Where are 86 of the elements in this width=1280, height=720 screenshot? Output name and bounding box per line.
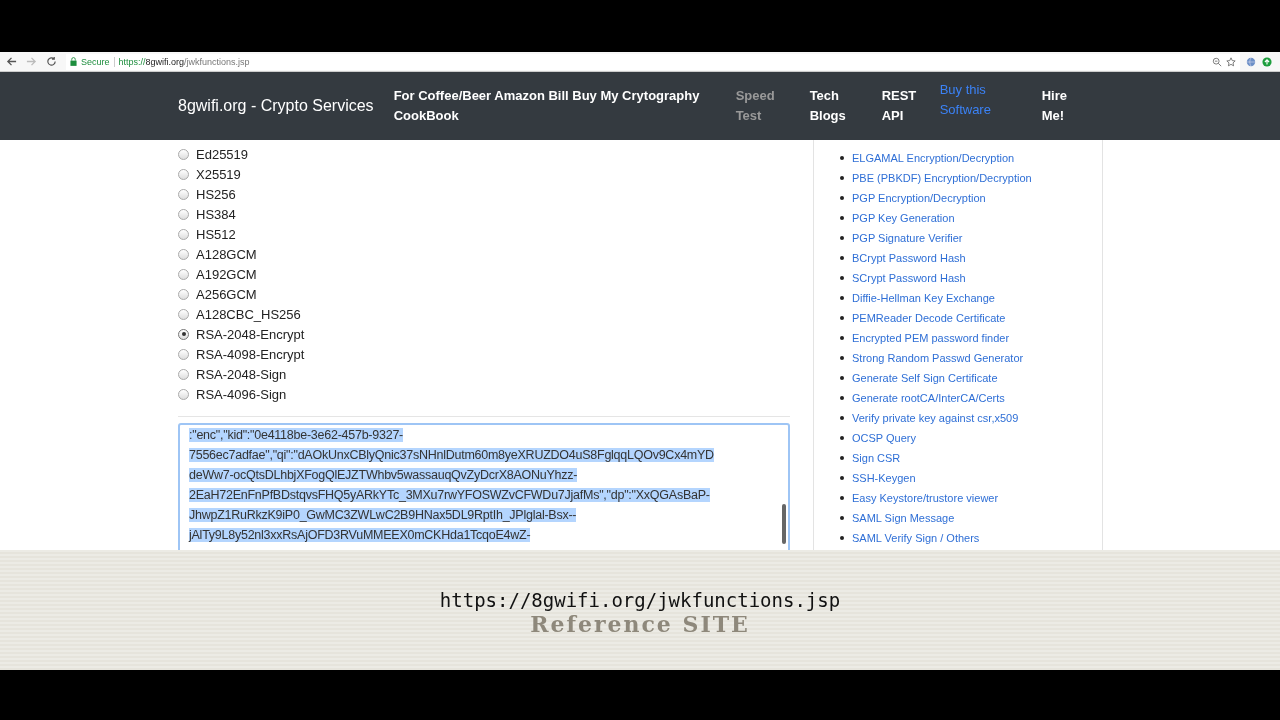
bullet-icon [840, 536, 844, 540]
site-title[interactable]: 8gwifi.org - Crypto Services [178, 97, 374, 115]
radio-button[interactable] [178, 288, 189, 300]
caption-subtitle: Reference SITE [530, 611, 750, 637]
radio-button[interactable] [178, 268, 189, 280]
algorithm-label: RSA-4096-Sign [196, 386, 287, 402]
globe-icon[interactable] [1246, 56, 1256, 67]
bullet-icon [840, 156, 844, 160]
sidebar-link[interactable]: Easy Keystore/trustore viewer [852, 492, 999, 504]
sidebar-link[interactable]: ELGAMAL Encryption/Decryption [852, 152, 1015, 164]
nav-link[interactable]: Tech Blogs [809, 86, 854, 126]
bullet-icon [840, 396, 844, 400]
algorithm-label: A192GCM [196, 266, 257, 282]
sidebar-link[interactable]: Sign CSR [852, 452, 901, 464]
algorithm-label: RSA-2048-Sign [196, 366, 287, 382]
address-bar[interactable]: Secure https://8gwifi.org/jwkfunctions.jsp [66, 53, 1240, 70]
radio-button[interactable] [178, 228, 189, 240]
bullet-icon [840, 236, 844, 240]
sidebar-link[interactable]: Diffie-Hellman Key Exchange [852, 292, 995, 304]
sidebar-link[interactable]: PEMReader Decode Certificate [852, 312, 1006, 324]
sidebar-link[interactable]: Generate Self Sign Certificate [852, 372, 998, 384]
radio-button[interactable] [178, 248, 189, 260]
bullet-icon [840, 256, 844, 260]
sidebar-link[interactable]: PBE (PBKDF) Encryption/Decryption [852, 172, 1032, 184]
radio-button[interactable] [178, 388, 189, 400]
sidebar-link[interactable]: Verify private key against csr,x509 [852, 412, 1019, 424]
radio-button[interactable] [178, 308, 189, 320]
reload-icon[interactable] [46, 56, 57, 67]
algorithm-label: RSA-4098-Encrypt [196, 346, 305, 362]
sidebar-link[interactable]: SCrypt Password Hash [852, 272, 966, 284]
radio-button[interactable] [178, 168, 189, 180]
sidebar-link[interactable]: PGP Signature Verifier [852, 232, 963, 244]
scrollbar-thumb[interactable] [782, 504, 786, 544]
algorithm-label: A128GCM [196, 246, 257, 262]
sidebar-link[interactable]: Generate rootCA/InterCA/Certs [852, 392, 1005, 404]
bullet-icon [840, 216, 844, 220]
bullet-icon [840, 436, 844, 440]
bullet-icon [840, 196, 844, 200]
bullet-icon [840, 336, 844, 340]
sidebar-link[interactable]: SAML Sign Message [852, 512, 955, 524]
radio-button[interactable] [178, 348, 189, 360]
sidebar-link[interactable]: SAML Verify Sign / Others [852, 532, 980, 544]
algorithm-label: RSA-2048-Encrypt [196, 326, 305, 342]
algorithm-label: Ed25519 [196, 146, 249, 162]
forward-icon[interactable] [26, 56, 37, 67]
radio-button[interactable] [178, 328, 189, 340]
star-icon[interactable] [1226, 56, 1236, 67]
algorithm-label: A256GCM [196, 286, 257, 302]
bullet-icon [840, 276, 844, 280]
bullet-icon [840, 476, 844, 480]
bullet-icon [840, 496, 844, 500]
nav-link[interactable]: Buy this Software [939, 80, 1020, 120]
nav-link[interactable]: For Coffee/Beer Amazon Bill Buy My Crytography CookBook [393, 86, 704, 126]
zoom-icon[interactable] [1212, 56, 1222, 67]
bullet-icon [840, 516, 844, 520]
upload-icon[interactable] [1262, 56, 1272, 67]
sidebar-link[interactable]: PGP Key Generation [852, 212, 955, 224]
bullet-icon [840, 176, 844, 180]
bullet-icon [840, 416, 844, 420]
radio-button[interactable] [178, 148, 189, 160]
bullet-icon [840, 356, 844, 360]
radio-button[interactable] [178, 188, 189, 200]
sidebar-link[interactable]: OCSP Query [852, 432, 916, 444]
algorithm-label: HS512 [196, 226, 236, 242]
algorithm-label: X25519 [196, 166, 241, 182]
algorithm-label: HS256 [196, 186, 236, 202]
nav-link[interactable]: Hire Me! [1041, 86, 1082, 126]
sidebar-link[interactable]: Encrypted PEM password finder [852, 332, 1010, 344]
lock-icon [70, 57, 77, 66]
sidebar-link[interactable]: SSH-Keygen [852, 472, 916, 484]
radio-button[interactable] [178, 208, 189, 220]
radio-button[interactable] [178, 368, 189, 380]
bullet-icon [840, 376, 844, 380]
algorithm-label: HS384 [196, 206, 236, 222]
caption-url: https://8gwifi.org/jwkfunctions.jsp [439, 589, 841, 611]
bullet-icon [840, 456, 844, 460]
bullet-icon [840, 316, 844, 320]
bullet-icon [840, 296, 844, 300]
back-icon[interactable] [6, 56, 17, 67]
sidebar-link[interactable]: PGP Encryption/Decryption [852, 192, 986, 204]
key-output-textarea[interactable]: :"enc","kid":"0e4118be-3e62-457b-9327- 7556ec7adfae","qi":"dAOkUnxCBlyQnic37sNHnlDutm60m8yeXRUZDO4uS8FglqqLQOv9Cx4mYD deWw7-ocQtsDLhbjXFogQlEJZTWhbv5wassauqQvZyDcrX8AONuYhzz- 2EaH72EnFnPfBDstqvsFHQ5yARkYTc_3MXu7rwYFOSWZvCFWDu7JjafMs","dp":"XxQGAsBaP- JhwpZ1RuRkzK9iP0_GwMC3ZWLwC2B9HNax5DL9RptIh_JPlglal-Bsx-- jAlTy9L8y52nl3xxRsAjOFD3RVuMMEEX0mCKHda1TcqoE4wZ- [178, 423, 790, 550]
sidebar-link[interactable]: BCrypt Password Hash [852, 252, 966, 264]
nav-link[interactable]: Speed Test [735, 86, 780, 126]
algorithm-label: A128CBC_HS256 [196, 306, 301, 322]
nav-link[interactable]: REST API [881, 86, 918, 126]
sidebar-link[interactable]: Strong Random Passwd Generator [852, 352, 1024, 364]
